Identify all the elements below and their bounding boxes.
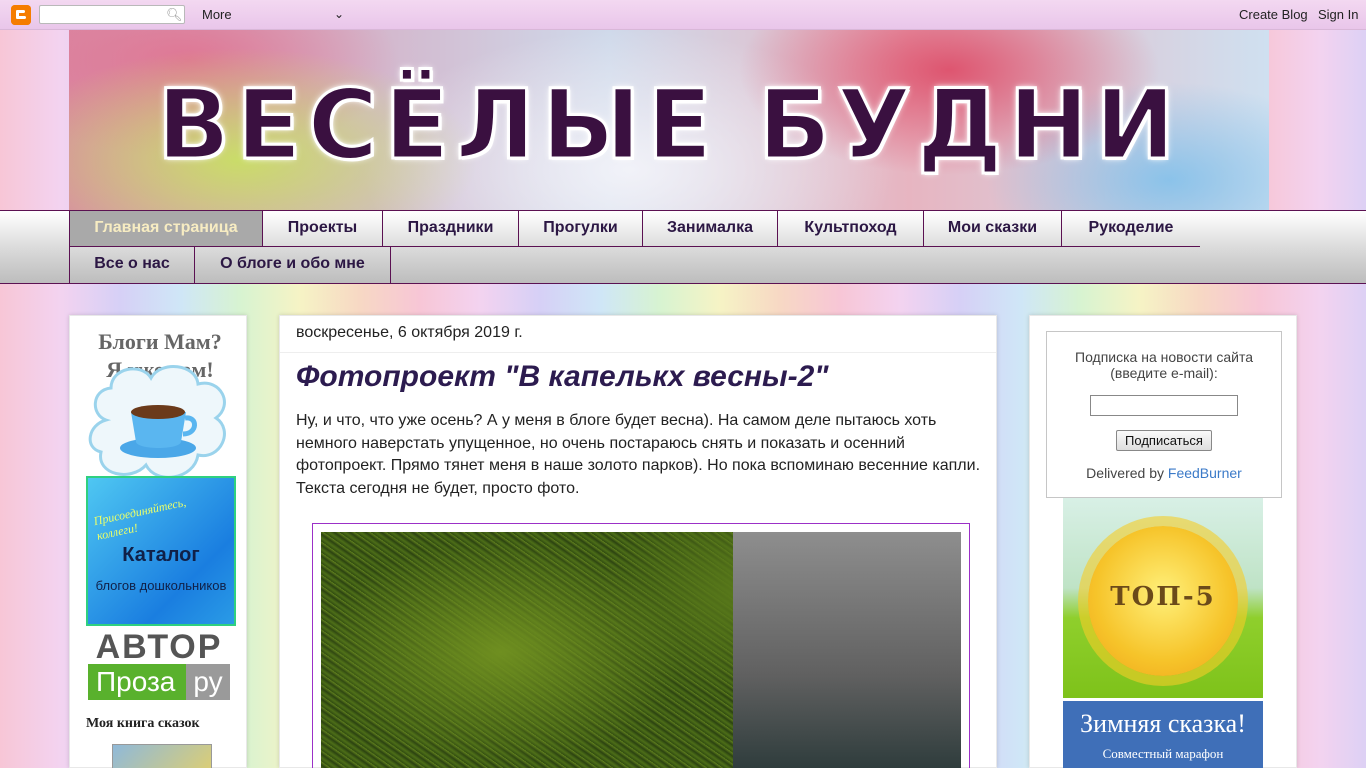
page-tabs: Главная страница Проекты Праздники Прогу… [0,210,1366,284]
post-body: Ну, и что, что уже осень? А у меня в бло… [296,412,981,497]
avtor-label: АВТОР [95,628,223,666]
mom-blogs-badge[interactable]: Блоги Мам? Я уже там! [86,328,234,488]
catalog-join-text: Присоединяйтесь, коллеги! [92,494,188,543]
date-divider [280,352,996,353]
delivered-by: Delivered by FeedBurner [1047,465,1281,481]
blog-header-banner[interactable]: ВЕСЁЛЫЕ БУДНИ [69,30,1269,210]
catalog-badge[interactable]: Присоединяйтесь, коллеги! Каталог блогов… [86,476,236,626]
ru-text: ру [186,664,230,700]
tab-walks[interactable]: Прогулки [519,211,643,247]
feedburner-link[interactable]: FeedBurner [1168,465,1242,481]
tab-my-tales[interactable]: Мои сказки [924,211,1062,247]
proza-label: Проза ру [88,664,230,700]
top5-text: ТОП-5 [1110,582,1216,612]
avtor-proza-badge[interactable]: АВТОР Проза ру [86,630,232,702]
subscribe-label: Подписка на новости сайта (введите e-mai… [1075,349,1253,381]
top5-badge[interactable]: ТОП-5 [1063,498,1263,698]
post-photo-background [733,532,961,768]
tab-about-us[interactable]: Все о нас [69,247,195,283]
navbar-search-input[interactable]: 🔍︎ [39,5,185,24]
blogger-logo-icon[interactable] [11,5,31,25]
tab-projects[interactable]: Проекты [263,211,383,247]
tab-activities[interactable]: Занималка [643,211,778,247]
coffee-cup-icon [88,365,226,479]
more-dropdown[interactable]: More ⌄ [202,7,344,23]
tab-handicraft[interactable]: Рукоделие [1062,211,1200,247]
winter-tale-badge[interactable]: Зимняя сказка! Совместный марафон [1063,701,1263,768]
subscribe-widget: Подписка на новости сайта (введите e-mai… [1046,331,1282,498]
tab-culture[interactable]: Культпоход [778,211,924,247]
post-photo-frame [312,523,970,768]
main-post: воскресенье, 6 октября 2019 г. Фотопроек… [279,315,997,768]
post-date: воскресенье, 6 октября 2019 г. [296,324,523,341]
email-field[interactable] [1090,395,1238,416]
winter-subtitle: Совместный марафон [1102,746,1224,761]
blogger-navbar: 🔍︎ More ⌄ Create Blog Sign In [0,0,1366,30]
left-sidebar: Блоги Мам? Я уже там! Присоединяйтесь, к… [69,315,247,768]
proza-text: Проза [96,666,176,697]
book-widget-title: Моя книга сказок [86,716,200,731]
tab-about-blog[interactable]: О блоге и обо мне [195,247,391,283]
right-sidebar: Подписка на новости сайта (введите e-mai… [1029,315,1297,768]
tab-home[interactable]: Главная страница [69,211,263,247]
catalog-title: Каталог [122,544,200,566]
sun-icon: ТОП-5 [1088,526,1238,676]
tab-holidays[interactable]: Праздники [383,211,519,247]
winter-title: Зимняя сказка! [1080,709,1246,738]
chevron-down-icon: ⌄ [333,7,344,21]
blog-title: ВЕСЁЛЫЕ БУДНИ [155,69,1182,182]
search-icon[interactable]: 🔍︎ [166,7,183,22]
mom-badge-line1: Блоги Мам? [98,329,222,354]
delivered-by-text: Delivered by [1086,465,1164,481]
subscribe-button[interactable]: Подписаться [1116,430,1212,451]
more-label: More [202,7,232,22]
create-blog-link[interactable]: Create Blog [1239,7,1308,23]
sign-in-link[interactable]: Sign In [1318,7,1358,23]
book-cover-image[interactable] [112,744,212,768]
post-title[interactable]: Фотопроект "В капелькх весны-2" [296,360,829,394]
catalog-subtitle: блогов дошкольников [95,578,227,593]
